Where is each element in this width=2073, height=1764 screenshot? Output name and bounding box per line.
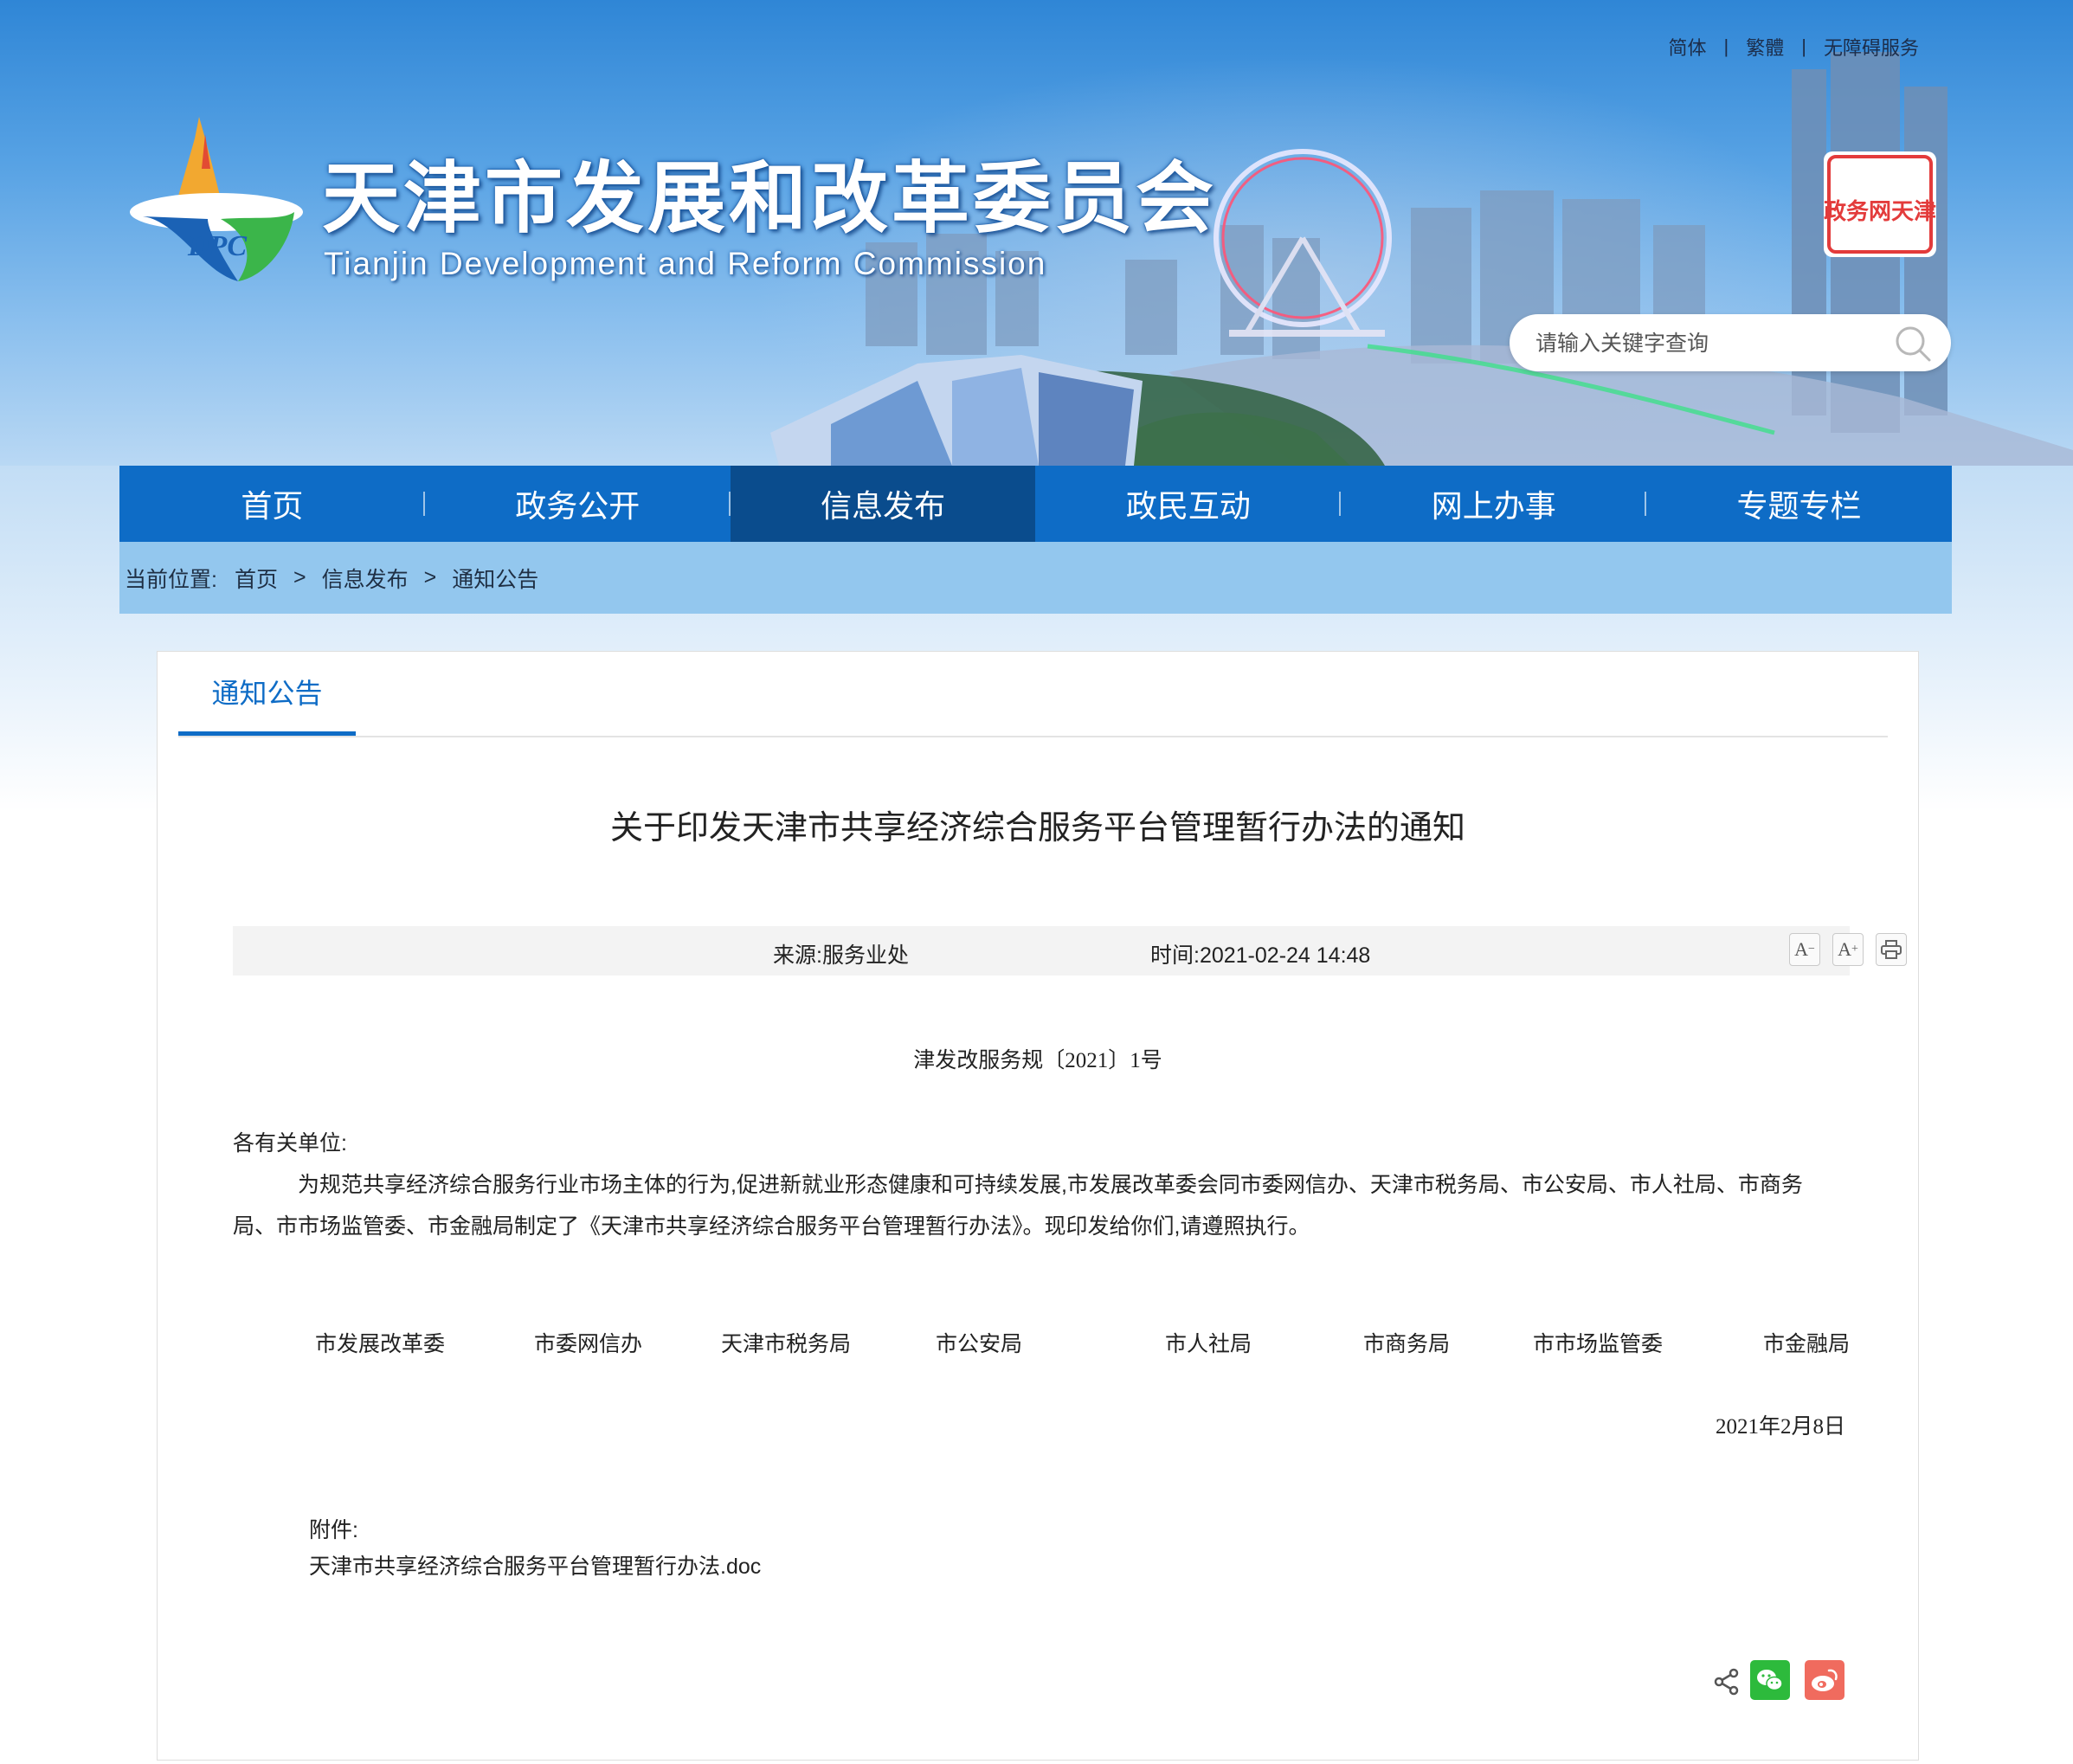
issuer: 市商务局 (1363, 1332, 1451, 1356)
font-increase-icon: A (1838, 938, 1851, 960)
issuer: 市金融局 (1763, 1332, 1851, 1356)
issuer: 市发展改革委 (315, 1332, 446, 1356)
salutation: 各有关单位: (233, 1131, 347, 1156)
nav-item-label: 首页 (241, 488, 304, 524)
search-box (1510, 314, 1951, 371)
separator: | (1723, 35, 1729, 57)
simplified-chinese-link[interactable]: 简体 (1669, 33, 1707, 61)
attachment-label: 附件: (309, 1518, 358, 1542)
content-card: 通知公告 关于印发天津市共享经济综合服务平台管理暂行办法的通知 来源:服务业处 … (157, 651, 1919, 1761)
issuer: 市委网信办 (534, 1332, 643, 1356)
nav-item-public-interaction[interactable]: 政民互动 (1035, 466, 1342, 542)
minus-mark: − (1807, 943, 1815, 956)
breadcrumb-separator: > (293, 565, 306, 589)
header-banner: 简体 | 繁體 | 无障碍服务 DPC 天津市发展和改革委员会 Tianjin … (0, 0, 2073, 466)
search-input[interactable] (1534, 321, 1883, 366)
site-subtitle: Tianjin Development and Reform Commissio… (324, 246, 1047, 281)
breadcrumb-notices[interactable]: 通知公告 (452, 563, 538, 594)
article-body: 为规范共享经济综合服务行业市场主体的行为,促进新就业形态健康和可持续发展,市发展… (233, 1173, 1803, 1239)
font-increase-button[interactable]: A + (1832, 933, 1864, 966)
printer-icon (1881, 940, 1902, 959)
share-icon[interactable] (1711, 1666, 1742, 1697)
breadcrumb-label: 当前位置: (125, 567, 217, 592)
nav-item-label: 专题专栏 (1736, 488, 1862, 524)
search-icon[interactable] (1894, 325, 1932, 363)
site-title[interactable]: 天津市发展和改革委员会 (322, 156, 1217, 242)
breadcrumb-separator: > (423, 565, 437, 589)
issuer: 市人社局 (1165, 1332, 1252, 1356)
article-time: 时间:2021-02-24 14:48 (1150, 943, 1371, 968)
nav-item-government-affairs[interactable]: 政务公开 (425, 466, 731, 542)
nav-item-label: 政民互动 (1125, 488, 1251, 524)
logo-text: DPC (187, 230, 247, 262)
wechat-icon (1757, 1670, 1783, 1691)
seal-icon: 政务网天津 (1824, 155, 1936, 254)
seal-text: 政务网天津 (1824, 198, 1936, 225)
nav-item-label: 政务公开 (515, 488, 641, 524)
section-tabs: 通知公告 (178, 652, 1888, 737)
document-number: 津发改服务规〔2021〕1号 (913, 1049, 1162, 1072)
issuer: 市市场监管委 (1533, 1332, 1664, 1356)
article-source: 来源:服务业处 (773, 943, 909, 968)
issuing-agencies: 市发展改革委 市委网信办 天津市税务局 市公安局 市人社局 市商务局 市市场监管… (158, 1327, 1918, 1362)
attachment-link[interactable]: 天津市共享经济综合服务平台管理暂行办法.doc (309, 1549, 761, 1581)
breadcrumb-information-release[interactable]: 信息发布 (322, 563, 409, 594)
government-web-seal[interactable]: 政务网天津 (1824, 151, 1936, 257)
breadcrumb: 当前位置: 首页 > 信息发布 > 通知公告 (119, 542, 1952, 614)
tab-notices[interactable]: 通知公告 (178, 652, 356, 736)
nav-item-label: 信息发布 (821, 488, 946, 524)
issuer: 市公安局 (936, 1332, 1023, 1356)
issuer: 天津市税务局 (721, 1332, 852, 1356)
accessibility-link[interactable]: 无障碍服务 (1824, 33, 1919, 61)
nav-item-label: 网上办事 (1431, 488, 1556, 524)
top-links: 简体 | 繁體 | 无障碍服务 (1669, 33, 1919, 61)
font-decrease-button[interactable]: A − (1789, 933, 1820, 966)
font-decrease-icon: A (1794, 938, 1808, 960)
nav-item-online-services[interactable]: 网上办事 (1341, 466, 1647, 542)
article-meta-bar: 来源:服务业处 时间:2021-02-24 14:48 A − A + (233, 926, 1907, 975)
nav-item-special-topics[interactable]: 专题专栏 (1646, 466, 1952, 542)
article-title: 关于印发天津市共享经济综合服务平台管理暂行办法的通知 (609, 810, 1465, 847)
plus-mark: + (1851, 943, 1858, 956)
issue-date: 2021年2月8日 (1715, 1415, 1845, 1439)
breadcrumb-home[interactable]: 首页 (235, 563, 278, 594)
weibo-icon (1812, 1669, 1838, 1691)
wechat-share-button[interactable] (1750, 1660, 1790, 1700)
nav-item-information-release[interactable]: 信息发布 (730, 466, 1036, 542)
nav-item-home[interactable]: 首页 (119, 466, 425, 542)
weibo-share-button[interactable] (1805, 1660, 1844, 1700)
print-button[interactable] (1876, 933, 1907, 966)
traditional-chinese-link[interactable]: 繁體 (1746, 33, 1784, 61)
separator: | (1801, 35, 1806, 57)
logo-emblem[interactable]: DPC (126, 117, 307, 286)
main-nav: 首页 政务公开 信息发布 政民互动 网上办事 专题专栏 (119, 466, 1952, 542)
